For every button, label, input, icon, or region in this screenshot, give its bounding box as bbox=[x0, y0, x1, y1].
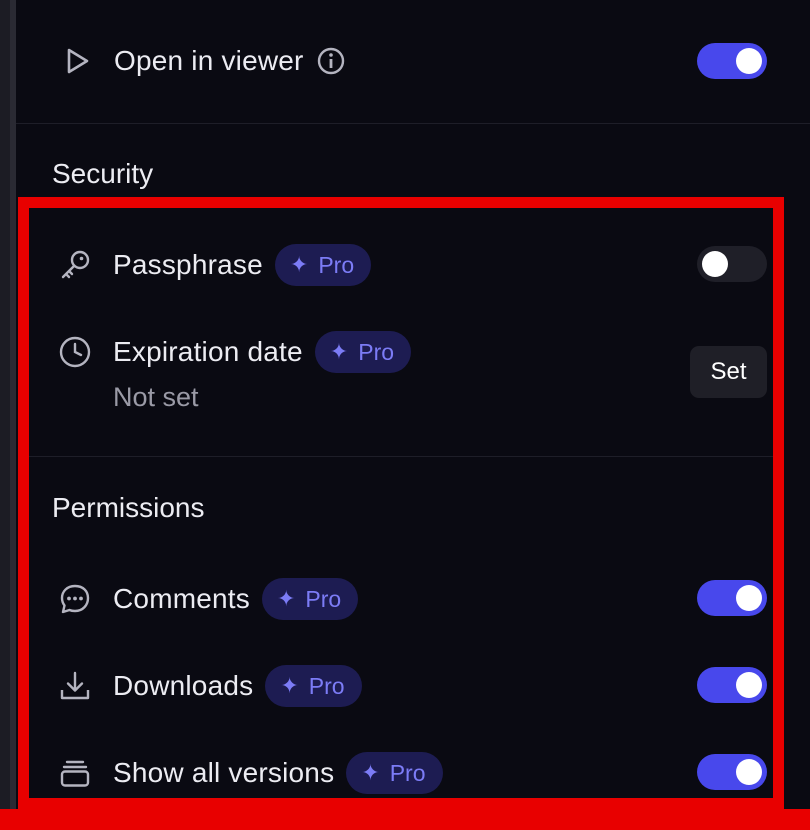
pro-badge[interactable]: ✦ Pro bbox=[261, 578, 359, 620]
permission-row-versions: Show all versions ✦ Pro bbox=[58, 751, 443, 795]
pro-badge[interactable]: ✦ Pro bbox=[346, 752, 443, 794]
toggle-knob bbox=[702, 251, 728, 277]
downloads-toggle[interactable] bbox=[697, 667, 767, 703]
pro-badge-label: Pro bbox=[389, 759, 426, 786]
permission-row-downloads: Downloads ✦ Pro bbox=[58, 664, 362, 708]
set-expiration-button[interactable]: Set bbox=[690, 346, 767, 398]
viewer-toggle[interactable] bbox=[697, 43, 767, 79]
sparkle-icon: ✦ bbox=[276, 586, 296, 611]
layers-icon bbox=[58, 756, 92, 790]
downloads-label: Downloads bbox=[113, 670, 254, 701]
permission-row-comments: Comments ✦ Pro bbox=[58, 577, 359, 621]
download-icon bbox=[58, 669, 92, 703]
passphrase-row: Passphrase ✦ Pro bbox=[58, 243, 372, 287]
info-icon[interactable] bbox=[316, 46, 346, 76]
pro-badge-label: Pro bbox=[318, 251, 355, 278]
versions-toggle[interactable] bbox=[697, 754, 767, 790]
comments-toggle[interactable] bbox=[697, 580, 767, 616]
comment-icon bbox=[58, 582, 92, 616]
pro-badge[interactable]: ✦ Pro bbox=[314, 331, 412, 373]
highlight-frame-bottom bbox=[0, 809, 810, 830]
pro-badge-label: Pro bbox=[358, 338, 395, 365]
scrollbar-track[interactable] bbox=[0, 0, 16, 830]
pro-badge-label: Pro bbox=[305, 585, 342, 612]
passphrase-label: Passphrase bbox=[113, 249, 263, 280]
toggle-knob bbox=[736, 759, 762, 785]
toggle-knob bbox=[736, 48, 762, 74]
section-divider bbox=[16, 123, 810, 124]
passphrase-toggle[interactable] bbox=[697, 246, 767, 282]
sparkle-icon: ✦ bbox=[280, 673, 299, 698]
sparkle-icon: ✦ bbox=[289, 252, 309, 277]
expiration-value: Not set bbox=[113, 382, 199, 412]
pro-badge-label: Pro bbox=[308, 672, 345, 699]
sparkle-icon: ✦ bbox=[361, 760, 380, 785]
permissions-heading: Permissions bbox=[52, 492, 205, 523]
clock-icon bbox=[58, 335, 92, 369]
expiration-label: Expiration date bbox=[113, 336, 303, 367]
viewer-row: Open in viewer bbox=[60, 42, 346, 80]
pro-badge[interactable]: ✦ Pro bbox=[265, 665, 362, 707]
versions-label: Show all versions bbox=[113, 757, 335, 788]
key-icon bbox=[58, 248, 92, 282]
sparkle-icon: ✦ bbox=[329, 339, 349, 364]
toggle-knob bbox=[736, 672, 762, 698]
pro-badge[interactable]: ✦ Pro bbox=[274, 244, 372, 286]
expiration-row: Expiration date ✦ Pro bbox=[58, 330, 412, 374]
security-heading: Security bbox=[52, 158, 154, 189]
play-icon bbox=[60, 44, 94, 78]
toggle-knob bbox=[736, 585, 762, 611]
viewer-label: Open in viewer bbox=[114, 45, 304, 76]
comments-label: Comments bbox=[113, 583, 250, 614]
section-divider bbox=[29, 456, 775, 457]
